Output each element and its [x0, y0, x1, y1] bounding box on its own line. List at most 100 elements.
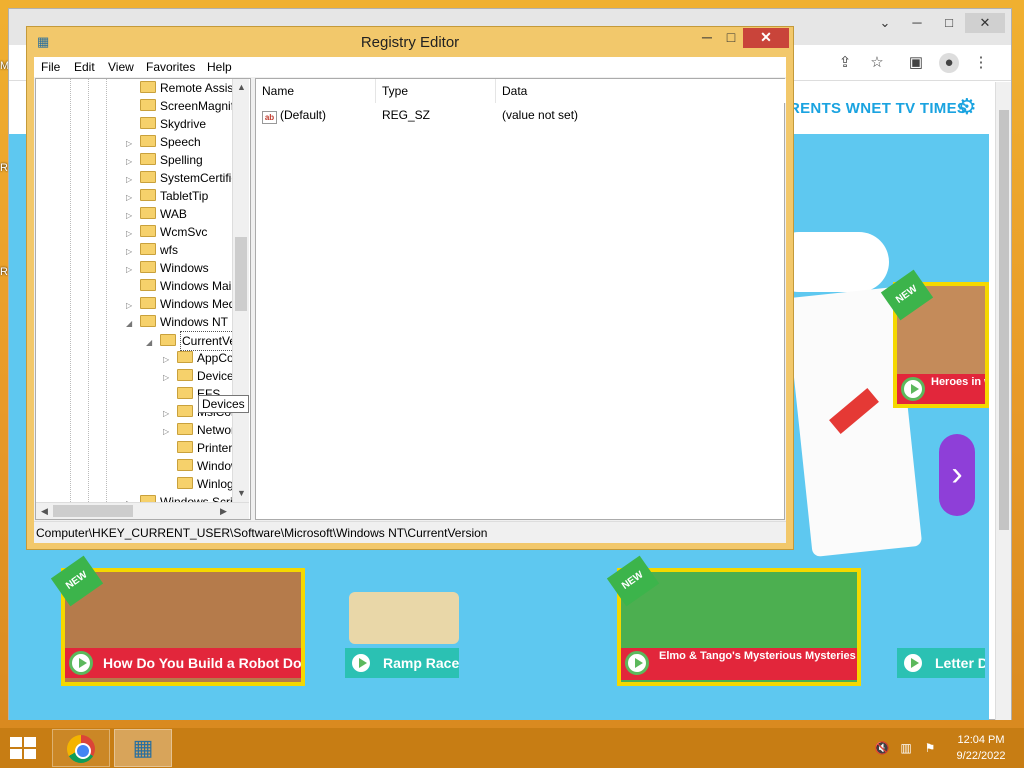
tree-item[interactable]: PrinterP — [163, 439, 240, 457]
tree-item[interactable]: ▷ AppCo — [163, 349, 234, 367]
profile-icon[interactable]: ● — [939, 53, 959, 73]
windows-logo-icon — [10, 737, 22, 747]
tree-item[interactable]: Window — [163, 457, 240, 475]
expand-arrow-icon[interactable]: ◢ — [126, 315, 135, 333]
tree-item-label: WAB — [160, 207, 187, 221]
column-header-type[interactable]: Type — [376, 79, 496, 103]
tree-item[interactable]: Remote Assista — [126, 79, 243, 97]
tree-item[interactable]: ◢ Windows NT — [126, 313, 228, 331]
tree-guide-line — [88, 79, 89, 502]
scroll-right-icon[interactable]: ▶ — [215, 503, 232, 519]
scroll-down-icon[interactable]: ▼ — [233, 485, 250, 502]
game-controller-icon — [901, 651, 925, 675]
taskbar-regedit-button[interactable]: ▦ — [114, 729, 172, 767]
tree-item-label: AppCo — [197, 351, 234, 365]
tree-item[interactable]: ▷ WAB — [126, 205, 187, 223]
chrome-icon — [67, 735, 95, 763]
folder-icon — [140, 315, 156, 327]
tree-item[interactable]: ▷ Devices — [163, 367, 240, 385]
window-title: Registry Editor — [360, 34, 460, 51]
value-data: (value not set) — [502, 108, 579, 122]
start-button[interactable] — [8, 736, 38, 760]
folder-icon — [140, 207, 156, 219]
tree-item[interactable]: ▷ Networ — [163, 421, 235, 439]
menu-view[interactable]: View — [108, 60, 134, 74]
column-header-name[interactable]: Name — [256, 79, 376, 103]
registry-tree: Remote Assista ScreenMagnifi Skydrive ▷ Spee… — [35, 78, 251, 520]
tile-title: How Do You Build a Robot Dog — [65, 648, 301, 678]
windows-logo-icon — [24, 737, 36, 747]
tree-item[interactable]: Winlog — [163, 475, 234, 493]
column-header-data[interactable]: Data — [496, 79, 786, 103]
scroll-left-icon[interactable]: ◀ — [36, 503, 53, 519]
share-icon[interactable]: ⇪ — [835, 53, 855, 73]
bookmark-star-icon[interactable]: ☆ — [867, 53, 887, 73]
tree-item[interactable]: ▷ Windows Med — [126, 295, 235, 313]
chrome-close-button[interactable]: ✕ — [965, 13, 1005, 33]
scrollbar-thumb[interactable] — [235, 237, 247, 311]
folder-icon — [140, 171, 156, 183]
play-icon — [69, 651, 93, 675]
tree-item[interactable]: ▷ Speech — [126, 133, 201, 151]
tree-item[interactable]: ▷ TabletTip — [126, 187, 208, 205]
registry-editor-window: ▦ Registry Editor ─ □ ✕ File Edit View F… — [26, 26, 794, 550]
side-panel-icon[interactable]: ▣ — [906, 53, 926, 73]
tree-vertical-scrollbar[interactable]: ▲ ▼ — [232, 79, 249, 502]
minimize-button[interactable]: ─ — [695, 28, 719, 48]
tree-item[interactable]: ScreenMagnifi — [126, 97, 237, 115]
folder-icon — [140, 225, 156, 237]
menu-help[interactable]: Help — [207, 60, 232, 74]
books-illustration — [349, 592, 459, 644]
game-tile[interactable]: Letter D — [891, 568, 989, 686]
clock[interactable]: 12:04 PM 9/22/2022 — [950, 732, 1012, 764]
network-icon[interactable]: ▥ — [898, 740, 914, 756]
folder-icon — [177, 423, 193, 435]
folder-icon — [140, 81, 156, 93]
tree-item-label: SystemCertific — [160, 171, 238, 185]
header-nav-link[interactable]: RENTS WNET TV TIMES — [789, 100, 967, 117]
scrollbar-thumb[interactable] — [999, 110, 1009, 530]
volume-muted-icon[interactable]: 🔇 — [874, 740, 890, 756]
close-button[interactable]: ✕ — [743, 28, 789, 48]
folder-icon — [177, 441, 193, 453]
menu-edit[interactable]: Edit — [74, 60, 95, 74]
scroll-up-icon[interactable]: ▲ — [233, 79, 250, 96]
tree-item-label: Windows NT — [160, 315, 229, 329]
scrollbar-thumb[interactable] — [53, 505, 133, 517]
values-list: Name Type Data ab (Default) REG_SZ (value… — [255, 78, 786, 520]
folder-icon — [140, 153, 156, 165]
regedit-title-bar[interactable]: ▦ Registry Editor ─ □ ✕ — [27, 27, 793, 57]
tree-item[interactable]: ▷ wfs — [126, 241, 178, 259]
tree-item[interactable]: Windows Mail — [126, 277, 234, 295]
tree-item[interactable]: ▷ Windows — [126, 259, 209, 277]
menu-favorites[interactable]: Favorites — [146, 60, 195, 74]
tree-item-label: Networ — [197, 423, 236, 437]
game-tile[interactable]: Ramp Racers — [339, 568, 463, 686]
tree-item-label: Windows — [160, 261, 209, 275]
tree-item[interactable]: ▷ WcmSvc — [126, 223, 207, 241]
play-icon — [901, 377, 925, 401]
tree-item[interactable]: Skydrive — [126, 115, 206, 133]
tree-item-label: Spelling — [160, 153, 203, 167]
value-name-cell: ab (Default) — [262, 105, 326, 125]
expand-arrow-icon[interactable]: ◢ — [146, 334, 155, 352]
maximize-button[interactable]: □ — [719, 28, 743, 48]
chrome-maximize-button[interactable]: □ — [929, 13, 969, 33]
menu-file[interactable]: File — [41, 60, 60, 74]
tree-horizontal-scrollbar[interactable]: ◀ ▶ — [36, 502, 249, 519]
folder-icon — [177, 351, 193, 363]
action-center-icon[interactable]: ⚑ — [922, 740, 938, 756]
gear-icon[interactable]: ⚙ — [957, 96, 977, 118]
tree-item[interactable]: ▷ SystemCertific — [126, 169, 237, 187]
menu-bar: File Edit View Favorites Help — [34, 57, 786, 77]
tree-item[interactable]: ▷ Spelling — [126, 151, 203, 169]
tree-item[interactable]: ◢ CurrentVer — [146, 331, 243, 352]
folder-icon — [140, 243, 156, 255]
taskbar-chrome-button[interactable] — [52, 729, 110, 767]
folder-icon — [177, 459, 193, 471]
page-scrollbar[interactable] — [995, 82, 1011, 720]
carousel-next-button[interactable]: › — [939, 434, 975, 516]
more-menu-icon[interactable]: ⋮ — [971, 53, 991, 73]
folder-icon — [140, 189, 156, 201]
folder-icon — [177, 369, 193, 381]
